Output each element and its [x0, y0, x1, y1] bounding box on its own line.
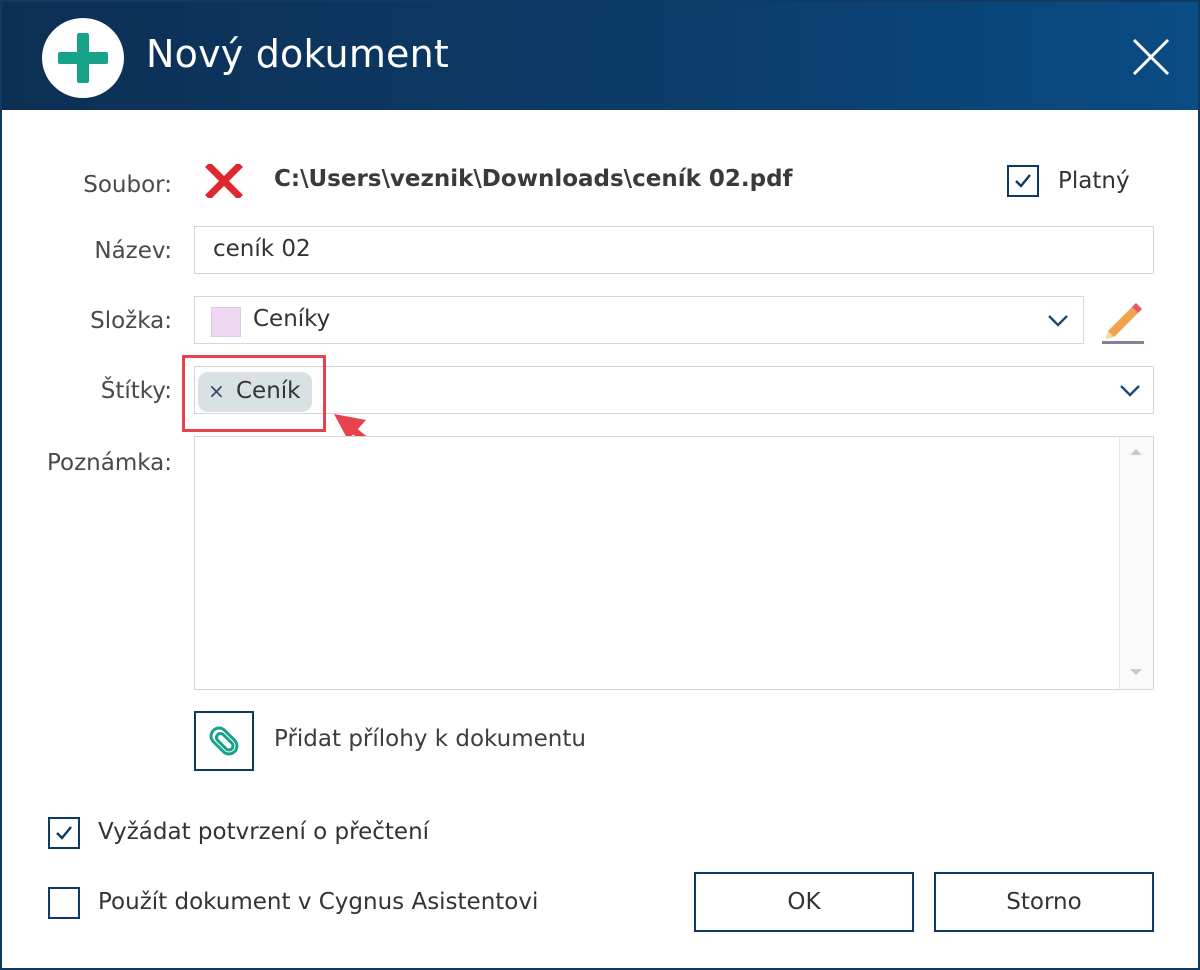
read-receipt-checkbox[interactable] — [48, 817, 80, 849]
use-in-assistant-checkbox[interactable] — [48, 887, 80, 919]
annotation-highlight-box — [182, 355, 326, 432]
file-path: C:\Users\veznik\Downloads\ceník 02.pdf — [274, 166, 793, 192]
read-receipt-label: Vyžádat potvrzení o přečtení — [98, 819, 430, 845]
valid-checkbox[interactable] — [1007, 165, 1039, 197]
name-input[interactable]: ceník 02 — [194, 226, 1154, 274]
close-icon[interactable] — [1122, 28, 1180, 86]
plus-circle-icon — [42, 18, 124, 98]
pencil-icon[interactable] — [1100, 299, 1146, 345]
add-attachment-label[interactable]: Přidat přílohy k dokumentu — [274, 726, 586, 752]
folder-label: Složka: — [90, 308, 172, 334]
valid-label: Platný — [1058, 168, 1130, 194]
folder-color-swatch — [211, 307, 241, 337]
use-in-assistant-label: Použít dokument v Cygnus Asistentovi — [98, 889, 539, 915]
scroll-down-icon[interactable] — [1130, 669, 1142, 675]
note-label: Poznámka: — [46, 450, 172, 476]
note-textarea[interactable] — [194, 436, 1154, 690]
folder-select[interactable]: Ceníky — [194, 296, 1084, 344]
new-document-dialog: Nový dokument Soubor: C:\Users\veznik\Do… — [0, 0, 1200, 970]
cancel-button[interactable]: Storno — [934, 872, 1154, 932]
dialog-title: Nový dokument — [146, 32, 450, 76]
name-label: Název: — [94, 238, 172, 264]
add-attachment-button[interactable] — [194, 711, 254, 771]
chevron-down-icon[interactable] — [1119, 384, 1141, 398]
folder-value: Ceníky — [253, 306, 331, 332]
scroll-up-icon[interactable] — [1130, 449, 1142, 455]
paperclip-icon — [209, 726, 239, 756]
file-label: Soubor: — [83, 172, 172, 198]
chevron-down-icon[interactable] — [1047, 314, 1069, 328]
tags-label: Štítky: — [100, 378, 172, 404]
note-scrollbar[interactable] — [1119, 437, 1153, 689]
red-x-icon[interactable] — [204, 162, 244, 200]
title-bar: Nový dokument — [2, 2, 1198, 110]
ok-button[interactable]: OK — [694, 872, 914, 932]
name-value: ceník 02 — [213, 236, 311, 262]
